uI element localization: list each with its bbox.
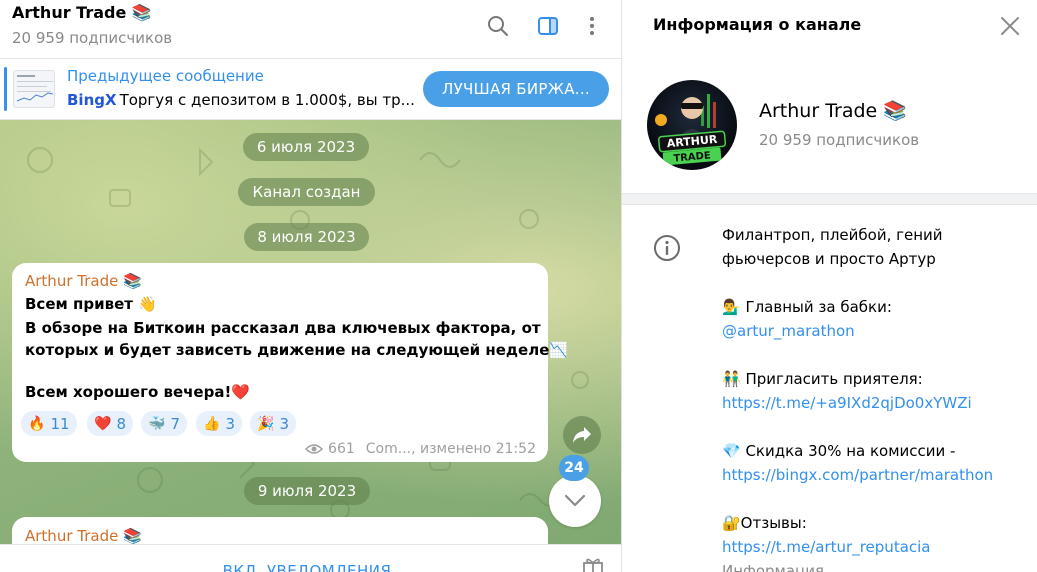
close-icon[interactable] <box>998 14 1022 38</box>
more-options-icon[interactable] <box>578 12 606 40</box>
pinned-indicator <box>4 67 7 111</box>
pinned-text: BingX Торгуя с депозитом в 1.000$, вы тр.… <box>67 91 415 109</box>
channel-title[interactable]: Arthur Trade 📚 <box>12 3 152 22</box>
channel-subscribers: 20 959 подписчиков <box>759 131 920 149</box>
reaction-party[interactable]: 🎉 3 <box>250 411 296 436</box>
pinned-title: Предыдущее сообщение <box>67 67 264 85</box>
sidebar-toggle-icon[interactable] <box>534 12 562 40</box>
info-icon <box>654 235 680 261</box>
search-icon[interactable] <box>484 12 512 40</box>
message-author[interactable]: Arthur Trade 📚 <box>25 272 142 290</box>
description-link[interactable]: https://t.me/artur_reputacia <box>722 538 931 556</box>
description-line: Филантроп, плейбой, гений <box>722 226 943 244</box>
channel-info-panel: Информация о канале ARTHUR TRADE Arthur … <box>621 0 1037 572</box>
description-link[interactable]: https://t.me/+a9IXd2qjDo0xYWZi <box>722 394 972 412</box>
message-line: Всем хорошего вечера!❤️ <box>25 383 250 401</box>
reaction-count: 7 <box>170 414 180 433</box>
reaction-thumbs-up[interactable]: 👍 3 <box>196 411 242 436</box>
info-section-label: Информация <box>722 562 825 572</box>
chevron-down-icon <box>564 494 586 507</box>
description-line: фьючерсов и просто Артур <box>722 250 936 268</box>
description-line: 🔐Отзывы: <box>722 514 807 532</box>
chat-header[interactable]: Arthur Trade 📚 20 959 подписчиков <box>0 0 621 59</box>
description-link[interactable]: @artur_marathon <box>722 322 855 340</box>
bottom-bar: ВКЛ. УВЕДОМЛЕНИЯ <box>0 544 621 572</box>
thumbs-up-emoji: 👍 <box>203 415 221 432</box>
reaction-count: 3 <box>225 414 235 433</box>
gift-icon[interactable] <box>581 557 605 572</box>
info-panel-title: Информация о канале <box>653 15 862 34</box>
description-line: 💎 Скидка 30% на комиссии - <box>722 442 956 460</box>
avatar-text: TRADE <box>673 150 711 164</box>
channel-avatar[interactable]: ARTHUR TRADE <box>647 80 737 170</box>
whale-emoji: 🐳 <box>148 415 166 432</box>
reaction-count: 8 <box>116 414 126 433</box>
date-pill: 6 июля 2023 <box>243 133 369 161</box>
chat-pane: Arthur Trade 📚 20 959 подписчиков Предыд… <box>0 0 621 572</box>
channel-name: Arthur Trade 📚 <box>759 100 907 122</box>
enable-notifications-button[interactable]: ВКЛ. УВЕДОМЛЕНИЯ <box>0 562 614 572</box>
message-line: В обзоре на Биткоин рассказал два ключев… <box>25 319 541 337</box>
reaction-count: 3 <box>279 414 289 433</box>
bingx-logo: BingX <box>67 91 117 109</box>
pinned-thumbnail <box>13 70 55 108</box>
party-emoji: 🎉 <box>257 415 275 432</box>
reaction-count: 11 <box>50 414 70 433</box>
views-eye-icon <box>305 444 324 454</box>
heart-emoji: ❤️ <box>94 415 112 432</box>
date-pill: 9 июля 2023 <box>244 477 370 505</box>
fire-emoji: 🔥 <box>28 415 46 432</box>
message-author[interactable]: Arthur Trade 📚 <box>25 527 142 545</box>
scroll-down-button[interactable] <box>549 475 601 527</box>
unread-badge: 24 <box>559 455 589 481</box>
reaction-fire[interactable]: 🔥 11 <box>21 411 77 436</box>
description-link[interactable]: https://bingx.com/partner/marathon <box>722 466 993 484</box>
message-edited-time: Com..., изменено 21:52 <box>365 441 536 457</box>
service-message: Канал создан <box>238 178 375 206</box>
reaction-whale[interactable]: 🐳 7 <box>141 411 187 436</box>
message-line: которых и будет зависеть движение на сле… <box>25 341 569 359</box>
channel-subscribers: 20 959 подписчиков <box>12 29 173 47</box>
message-meta: 661 Com..., изменено 21:52 <box>305 441 536 457</box>
message-line: Всем привет 👋 <box>25 295 157 313</box>
description-line: 💁‍♂️ Главный за бабки: <box>722 298 892 316</box>
date-pill: 8 июля 2023 <box>244 223 369 251</box>
forward-button[interactable] <box>563 416 601 454</box>
pinned-text-body: Торгуя с депозитом в 1.000$, вы тр... <box>119 91 415 109</box>
reaction-heart[interactable]: ❤️ 8 <box>87 411 133 436</box>
message-bubble[interactable]: Arthur Trade 📚 Всем привет 👋 В обзоре на… <box>12 263 568 462</box>
description-line: 👬 Пригласить приятеля: <box>722 370 923 388</box>
views-count: 661 <box>328 441 355 457</box>
forward-arrow-icon <box>573 427 591 443</box>
section-divider <box>622 193 1037 205</box>
pinned-action-button[interactable]: ЛУЧШАЯ БИРЖА... <box>423 71 609 107</box>
